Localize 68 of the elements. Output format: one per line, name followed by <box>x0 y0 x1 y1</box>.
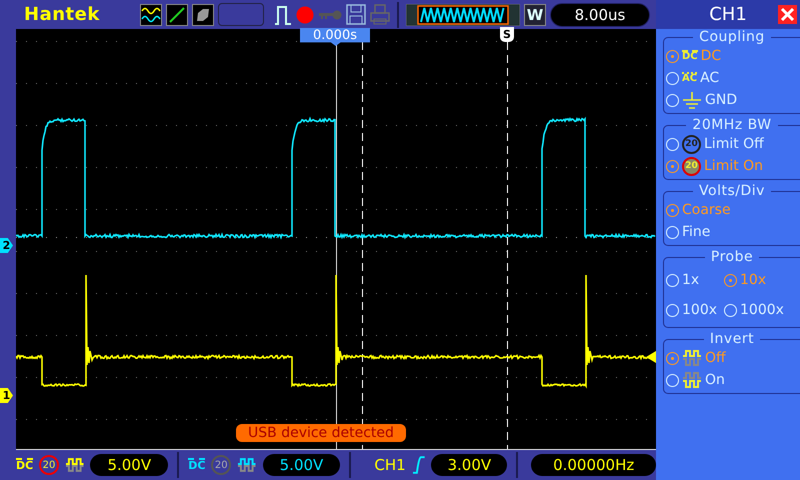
radio-option[interactable]: 1x <box>664 265 722 295</box>
option-label: DC <box>700 48 722 64</box>
group-title: Invert <box>708 331 756 347</box>
option-label: Coarse <box>682 202 731 218</box>
group-title: 20MHz BW <box>691 117 773 133</box>
invert-icon[interactable] <box>237 457 256 473</box>
rising-edge-icon[interactable] <box>412 456 426 474</box>
radio-option[interactable]: 100x <box>664 295 722 325</box>
channel-scale[interactable]: 5.00V <box>90 454 168 476</box>
channel-marker[interactable]: 1 <box>0 388 13 403</box>
bandwidth-limit-icon[interactable]: 20 <box>39 455 59 475</box>
frequency-readout: 0.00000Hz <box>531 454 656 476</box>
radio-option[interactable]: 10x <box>722 265 800 295</box>
invert-icon <box>682 371 702 389</box>
panel-title: CH1 <box>709 4 747 25</box>
radio-button[interactable] <box>666 160 679 172</box>
channel-scale[interactable]: 5.00V <box>262 454 340 476</box>
group-title: Probe <box>710 249 754 265</box>
radio-button[interactable] <box>666 204 679 216</box>
timebase-mode[interactable]: W <box>524 4 546 26</box>
radio-option[interactable]: Off <box>664 347 800 369</box>
bandwidth-limit-icon[interactable]: 20 <box>211 455 232 475</box>
option-label: 10x <box>740 272 766 288</box>
radio-button[interactable] <box>724 274 737 286</box>
radio-option[interactable]: On <box>664 369 800 391</box>
invert-icon[interactable] <box>64 457 84 473</box>
group-title: Volts/Div <box>698 183 766 199</box>
option-label: 100x <box>682 302 718 318</box>
radio-button[interactable] <box>666 352 679 364</box>
empty-slot <box>218 3 264 26</box>
option-label: GND <box>705 92 738 108</box>
persistence-icon[interactable] <box>192 4 214 26</box>
save-icon[interactable] <box>346 4 366 25</box>
timebase-value: 8.00us <box>550 2 650 26</box>
option-label: On <box>705 372 725 388</box>
option-label: 1000x <box>740 302 784 318</box>
channel-marker[interactable]: 2 <box>0 238 13 253</box>
waveform-icon[interactable] <box>140 4 162 26</box>
radio-option[interactable]: Coarse <box>664 199 800 221</box>
trigger-level[interactable]: 3.00V <box>431 454 508 476</box>
line-icon[interactable] <box>166 4 188 26</box>
radio-option[interactable]: 20 Limit Off <box>664 133 800 155</box>
option-label: Limit Off <box>704 136 764 152</box>
invert-icon <box>682 349 702 367</box>
radio-option[interactable]: GND <box>664 89 800 111</box>
radio-button[interactable] <box>666 50 679 62</box>
option-label: Fine <box>682 224 710 240</box>
ground-icon <box>682 91 702 109</box>
memory-waveform-bar[interactable] <box>406 4 520 26</box>
radio-option[interactable]: Fine <box>664 221 800 243</box>
pulse-icon[interactable] <box>274 4 292 26</box>
logo: Hantek <box>24 4 101 25</box>
close-icon[interactable] <box>778 5 797 24</box>
radio-option[interactable]: 1000x <box>722 295 800 325</box>
radio-option[interactable]: DC DC <box>664 45 800 67</box>
radio-option[interactable]: AC AC <box>664 67 800 89</box>
time-position[interactable]: 0.000s <box>300 28 370 46</box>
option-label: Limit On <box>704 158 764 174</box>
option-label: Off <box>705 350 726 366</box>
option-label: 1x <box>682 272 700 288</box>
status-message: USB device detected <box>236 424 406 442</box>
trigger-marker[interactable]: S <box>500 27 514 42</box>
bandwidth-icon: 20 <box>682 156 701 176</box>
radio-option[interactable]: 20 Limit On <box>664 155 800 177</box>
option-label: AC <box>700 70 720 86</box>
trigger-source[interactable]: CH1 <box>374 456 406 474</box>
bandwidth-icon: 20 <box>682 134 701 154</box>
group-title: Coupling <box>698 29 766 45</box>
